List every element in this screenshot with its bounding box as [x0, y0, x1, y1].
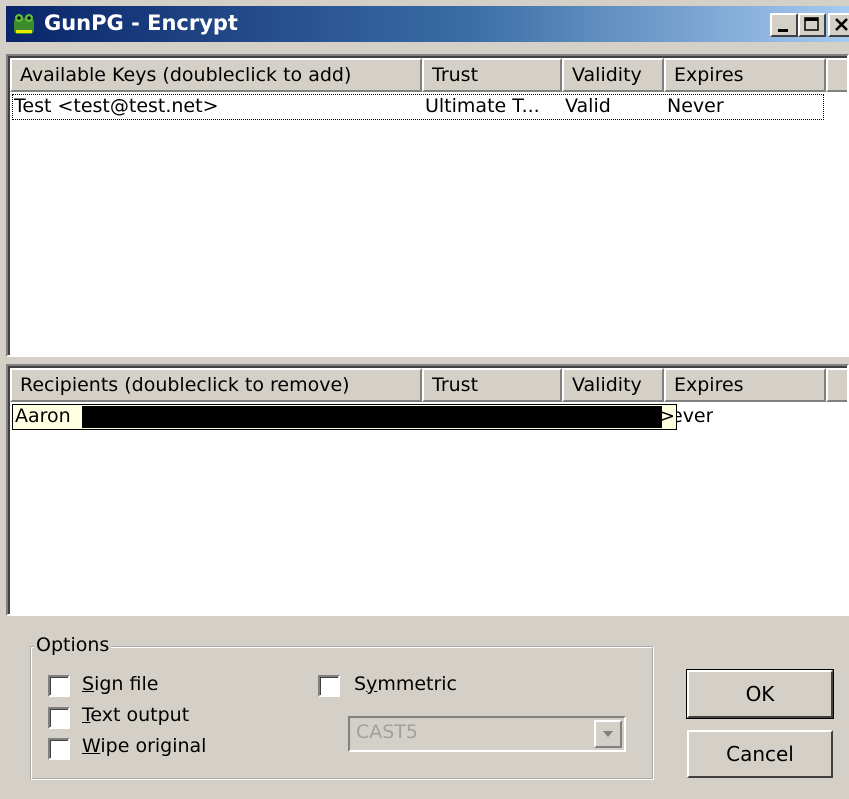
redaction-bar [82, 406, 662, 428]
column-header-validity[interactable]: Validity [562, 368, 664, 402]
wipe-original-checkbox[interactable] [48, 738, 70, 760]
symmetric-label[interactable]: Symmetric [354, 673, 457, 695]
ok-button[interactable]: OK [686, 669, 834, 719]
wipe-original-mnemonic: W [82, 735, 101, 757]
column-header-expires[interactable]: Expires [664, 58, 826, 92]
wipe-original-label[interactable]: Wipe original [82, 735, 206, 757]
cancel-button[interactable]: Cancel [687, 730, 833, 778]
text-output-label[interactable]: Text output [82, 704, 189, 726]
available-keys-list[interactable]: Available Keys (doubleclick to add) Trus… [6, 54, 849, 357]
column-header-trust[interactable]: Trust [422, 368, 562, 402]
recipients-list[interactable]: Recipients (doubleclick to remove) Trust… [6, 364, 849, 616]
symmetric-label-pre: S [354, 673, 367, 695]
cipher-dropdown-button[interactable] [594, 720, 622, 748]
sign-file-label-rest: ign file [94, 673, 159, 695]
recipients-inner: Recipients (doubleclick to remove) Trust… [8, 366, 847, 614]
symmetric-checkbox[interactable] [318, 675, 340, 697]
column-header-expires[interactable]: Expires [664, 368, 826, 402]
recipient-expires: ever [671, 405, 714, 427]
sign-file-label[interactable]: Sign file [82, 673, 158, 695]
maximize-button[interactable] [798, 13, 826, 37]
chevron-down-icon [603, 731, 613, 737]
column-header-available-keys[interactable]: Available Keys (doubleclick to add) [10, 58, 422, 92]
symmetric-label-rest: mmetric [377, 673, 458, 695]
maximize-icon [804, 17, 819, 31]
text-output-checkbox[interactable] [48, 707, 70, 729]
title-bar[interactable]: GunPG - Encrypt [6, 6, 849, 42]
symmetric-mnemonic: y [366, 673, 378, 695]
frog-app-icon [14, 14, 34, 34]
text-output-label-rest: ext output [90, 704, 190, 726]
sign-file-checkbox[interactable] [48, 675, 70, 697]
key-name: Test <test@test.net> [14, 95, 219, 117]
ok-label: OK [745, 682, 775, 706]
cancel-label: Cancel [726, 742, 794, 766]
encrypt-dialog: GunPG - Encrypt Available Keys (doublecl… [0, 0, 849, 799]
key-expires: Never [667, 95, 724, 117]
minimize-icon [778, 29, 788, 32]
key-row[interactable]: Test <test@test.net> Ultimate T... Valid… [12, 94, 824, 120]
minimize-button[interactable] [770, 13, 798, 37]
sign-file-mnemonic: S [82, 673, 95, 695]
key-validity: Valid [565, 95, 611, 117]
column-header-trust[interactable]: Trust [422, 58, 562, 92]
close-button[interactable] [828, 13, 849, 37]
column-header-filler [826, 368, 847, 402]
key-trust: Ultimate T... [425, 95, 540, 117]
cipher-value: CAST5 [356, 721, 419, 743]
options-group-label: Options [34, 634, 112, 656]
column-header-recipients[interactable]: Recipients (doubleclick to remove) [10, 368, 422, 402]
wipe-original-label-rest: ipe original [100, 735, 207, 757]
window-title: GunPG - Encrypt [44, 11, 238, 35]
close-icon [835, 18, 848, 31]
recipient-name: Aaron [15, 405, 71, 427]
available-keys-inner: Available Keys (doubleclick to add) Trus… [8, 56, 847, 355]
column-header-filler [826, 58, 847, 92]
column-header-validity[interactable]: Validity [562, 58, 664, 92]
cipher-select[interactable]: CAST5 [348, 716, 626, 752]
recipient-row[interactable]: ever Aaron > [12, 404, 824, 430]
